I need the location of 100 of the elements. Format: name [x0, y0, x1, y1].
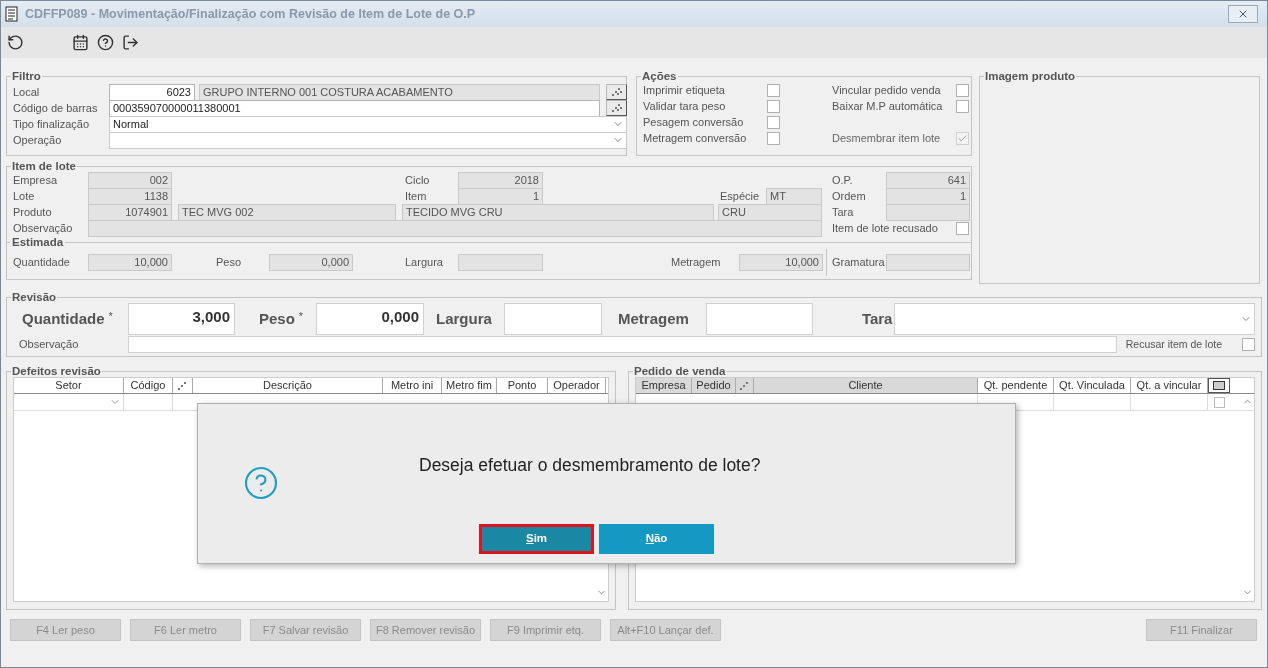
field-label: Tara: [860, 308, 894, 329]
text-field[interactable]: [886, 254, 970, 271]
undo-icon[interactable]: [7, 34, 24, 51]
column-header[interactable]: Pedido: [692, 378, 736, 393]
field-label: Desmembrar item lote: [832, 130, 942, 146]
field-label: Código de barras: [13, 100, 99, 116]
text-field[interactable]: CRU: [718, 203, 822, 221]
field-label: Espécie: [720, 188, 761, 204]
exit-icon[interactable]: [122, 34, 139, 51]
field-label: Ordem: [832, 188, 867, 204]
dots-icon: [611, 104, 622, 112]
field-label: Baixar M.P automática: [832, 98, 944, 114]
column-header[interactable]: Código: [124, 378, 173, 393]
column-header[interactable]: Setor: [14, 378, 124, 393]
dropdown[interactable]: [894, 303, 1255, 335]
text-field[interactable]: 6023: [109, 83, 195, 101]
text-field[interactable]: [128, 336, 1117, 353]
column-header[interactable]: Descrição: [193, 378, 383, 393]
field-label: Empresa: [13, 172, 59, 188]
field-label: Metragem: [671, 255, 722, 271]
field-label: Observação: [13, 220, 74, 236]
checkbox[interactable]: [767, 131, 780, 145]
text-field[interactable]: 002: [88, 171, 172, 189]
text-field[interactable]: [504, 303, 602, 335]
dots-icon: [739, 381, 750, 390]
field-label: Operação: [13, 132, 63, 148]
field-label: Quantidade: [13, 255, 71, 271]
column-header[interactable]: Ponto: [497, 378, 548, 393]
checkbox[interactable]: [956, 99, 969, 113]
field-label: Peso *: [259, 308, 305, 329]
calendar-icon[interactable]: [72, 34, 89, 51]
checkbox-label: Recusar item de lote: [1125, 336, 1224, 352]
field-label: Peso: [216, 255, 243, 271]
question-icon: [243, 465, 279, 501]
group-title: Filtro: [11, 70, 42, 82]
text-field[interactable]: 0,000: [269, 254, 353, 271]
text-field[interactable]: TECIDO MVG CRU: [402, 203, 714, 221]
group-title: Defeitos revisão: [11, 365, 102, 377]
column-button[interactable]: [1208, 378, 1230, 393]
field-label: Tara: [832, 204, 855, 220]
help-icon[interactable]: [97, 34, 114, 51]
column-header[interactable]: Operador: [548, 378, 606, 393]
text-field[interactable]: 0,000: [316, 303, 424, 335]
text-field[interactable]: 10,000: [88, 254, 172, 271]
column-header[interactable]: Metro fim: [442, 378, 497, 393]
lookup-button[interactable]: [606, 100, 627, 116]
field-label: Vincular pedido venda: [832, 82, 942, 98]
document-icon: [5, 6, 19, 22]
field-label: Observação: [19, 337, 80, 353]
field-label: O.P.: [832, 172, 854, 188]
column-header[interactable]: [736, 378, 754, 393]
column-header[interactable]: Empresa: [636, 378, 692, 393]
dialog-message: Deseja efetuar o desmembramento de lote?: [419, 454, 761, 477]
text-field[interactable]: MT: [766, 187, 822, 205]
dots-icon: [611, 88, 622, 96]
checkbox[interactable]: [767, 99, 780, 113]
close-icon: [1237, 8, 1249, 20]
field-label: Tipo finalização: [13, 116, 91, 132]
text-field[interactable]: [458, 254, 543, 271]
text-field[interactable]: TEC MVG 002: [178, 203, 396, 221]
text-field[interactable]: 641: [886, 171, 970, 189]
checkbox[interactable]: [1242, 338, 1255, 351]
column-header[interactable]: Cliente: [754, 378, 978, 393]
field-label: Metragem conversão: [643, 130, 748, 146]
text-field[interactable]: 3,000: [128, 303, 235, 335]
field-label: Quantidade *: [22, 308, 114, 329]
dots-icon: [177, 381, 188, 390]
field-label: Item de lote recusado: [832, 220, 939, 236]
field-label: Imprimir etiqueta: [643, 82, 726, 98]
field-label: Ciclo: [405, 172, 431, 188]
column-header[interactable]: Metro ini: [383, 378, 442, 393]
field-label: Gramatura: [832, 255, 886, 271]
checkbox[interactable]: [956, 83, 969, 97]
field-label: Validar tara peso: [643, 98, 727, 114]
group-title: Ações: [641, 70, 678, 82]
dialog-button[interactable]: Não: [599, 524, 714, 554]
field-label: Item: [405, 188, 428, 204]
field-label: Largura: [436, 308, 493, 329]
group-title: Revisão: [11, 291, 58, 303]
checkbox[interactable]: [767, 115, 780, 129]
field-label: Lote: [13, 188, 36, 204]
field-label: Metragem: [618, 308, 690, 329]
text-field[interactable]: GRUPO INTERNO 001 COSTURA ACABAMENTO: [199, 83, 600, 101]
close-button[interactable]: [1228, 5, 1258, 23]
checkbox[interactable]: [1213, 396, 1225, 408]
group-title: Imagem produto: [984, 70, 1077, 82]
grid-icon: [1213, 381, 1225, 390]
window-title: CDFFP089 - Movimentação/Finalização com Revisão de Item de Lote de O.P: [25, 5, 476, 23]
field-label: Largura: [405, 255, 444, 271]
dialog-button[interactable]: Sim: [479, 524, 594, 554]
group-title: Pedido de venda: [633, 365, 727, 377]
field-label: Pesagem conversão: [643, 114, 745, 130]
group-title: Item de lote: [11, 160, 77, 172]
group-title: Estimada: [11, 234, 65, 250]
text-field[interactable]: 2018: [458, 171, 543, 189]
checkbox[interactable]: [767, 83, 780, 97]
text-field[interactable]: 10,000: [739, 254, 823, 271]
text-field[interactable]: [706, 303, 813, 335]
checkbox[interactable]: [956, 221, 969, 235]
lookup-button[interactable]: [606, 84, 627, 100]
